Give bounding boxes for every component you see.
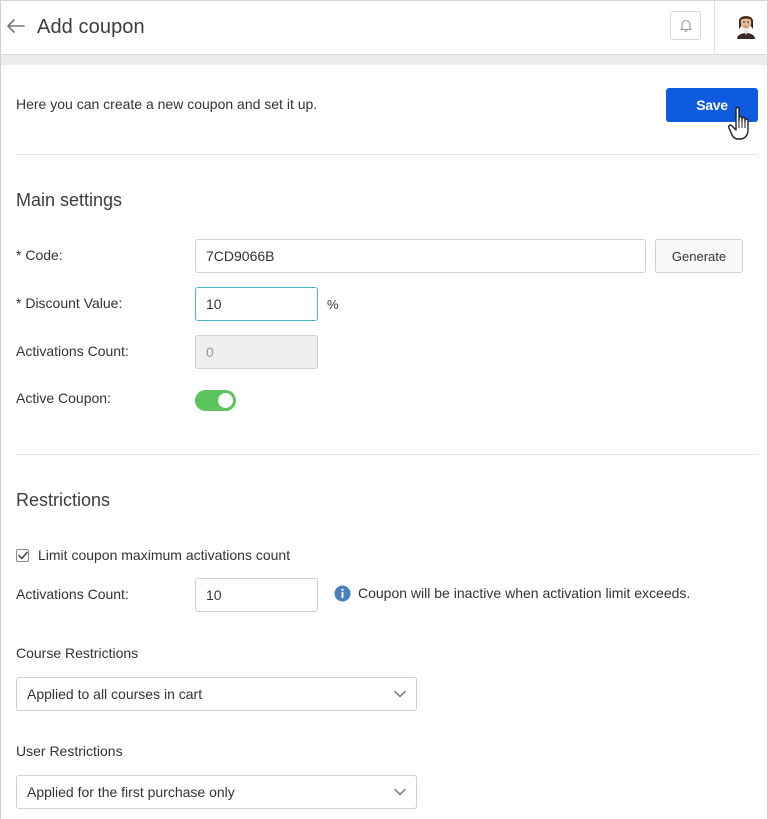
user-restrictions-label: User Restrictions: [16, 743, 123, 759]
course-restrictions-label: Course Restrictions: [16, 645, 139, 661]
back-button[interactable]: [5, 13, 27, 39]
course-restrictions-value: Applied to all courses in cart: [27, 686, 203, 702]
app-header: Add coupon: [1, 0, 767, 55]
user-restrictions-select[interactable]: Applied for the first purchase only: [16, 775, 417, 809]
generate-button[interactable]: Generate: [655, 239, 743, 273]
arrow-left-icon: [7, 19, 25, 33]
notifications-button[interactable]: [670, 11, 701, 40]
active-coupon-label: Active Coupon:: [16, 390, 111, 406]
page-title: Add coupon: [37, 16, 145, 38]
save-button[interactable]: Save: [666, 88, 758, 122]
activation-limit-info: Coupon will be inactive when activation …: [358, 585, 691, 601]
active-coupon-toggle[interactable]: [195, 390, 236, 411]
header-divider: [714, 1, 715, 55]
divider: [16, 454, 758, 455]
main-settings-title: Main settings: [16, 190, 123, 210]
chevron-down-icon: [394, 690, 406, 698]
activations-count-input: 0: [195, 335, 318, 369]
info-icon: [334, 585, 351, 602]
course-restrictions-select[interactable]: Applied to all courses in cart: [16, 677, 417, 711]
discount-input[interactable]: 10: [195, 287, 318, 321]
discount-unit: %: [327, 297, 339, 312]
limit-activations-checkbox[interactable]: [16, 549, 29, 562]
divider: [16, 154, 758, 155]
toggle-knob: [218, 393, 233, 408]
user-avatar[interactable]: [734, 11, 758, 39]
user-restrictions-value: Applied for the first purchase only: [27, 784, 235, 800]
code-label: * Code:: [16, 247, 63, 263]
restrictions-title: Restrictions: [16, 490, 111, 510]
checkmark-icon: [17, 551, 28, 560]
activations-label: Activations Count:: [16, 343, 129, 359]
discount-label: * Discount Value:: [16, 295, 123, 311]
restriction-activations-input[interactable]: 10: [195, 578, 318, 612]
header-separator: [1, 55, 767, 65]
limit-activations-label: Limit coupon maximum activations count: [38, 547, 291, 563]
restriction-activations-label: Activations Count:: [16, 586, 129, 602]
bell-icon: [679, 19, 692, 32]
code-input[interactable]: 7CD9066B: [195, 239, 646, 273]
chevron-down-icon: [394, 788, 406, 796]
intro-text: Here you can create a new coupon and set…: [16, 96, 318, 112]
